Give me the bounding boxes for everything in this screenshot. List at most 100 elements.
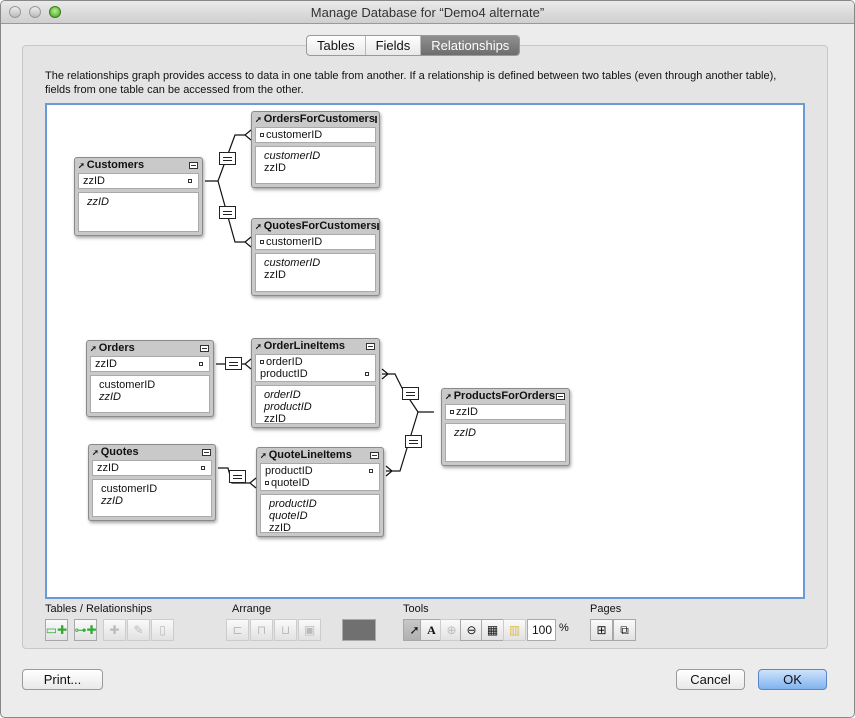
close-window-button[interactable] bbox=[9, 6, 21, 18]
relationship-operator-equals[interactable] bbox=[219, 152, 236, 165]
collapse-icon[interactable] bbox=[370, 452, 379, 459]
print-button[interactable]: Print... bbox=[22, 669, 103, 690]
field-name: zzID bbox=[83, 175, 105, 187]
collapse-icon[interactable] bbox=[376, 223, 379, 230]
table-header[interactable]: ➚ QuotesForCustomers bbox=[255, 219, 379, 234]
table-occurrence[interactable]: ➚ Quotes zzID customerID zzID bbox=[88, 444, 216, 521]
table-header[interactable]: ➚ Orders bbox=[90, 341, 210, 356]
distribute-button[interactable]: ⊓ bbox=[250, 619, 273, 641]
field[interactable]: orderID bbox=[264, 389, 367, 401]
collapse-icon[interactable] bbox=[366, 343, 375, 350]
field-name: orderID bbox=[266, 356, 303, 368]
field[interactable]: customerID bbox=[99, 379, 201, 391]
table-occurrence[interactable]: ➚ Customers zzID zzID bbox=[74, 157, 203, 236]
relationship-operator-equals[interactable] bbox=[229, 470, 246, 483]
zoom-out-button[interactable]: ⊖ bbox=[460, 619, 483, 641]
field[interactable]: zzID bbox=[454, 427, 557, 439]
edit-button[interactable]: ✎ bbox=[127, 619, 150, 641]
table-header[interactable]: ➚ OrderLineItems bbox=[255, 339, 376, 354]
field[interactable]: zzID bbox=[87, 196, 190, 208]
arrow-icon: ➚ bbox=[255, 342, 262, 351]
collapse-icon[interactable] bbox=[189, 162, 198, 169]
field[interactable]: zzID bbox=[101, 495, 203, 507]
duplicate-button[interactable]: ✚ bbox=[103, 619, 126, 641]
select-related-button[interactable]: ▥ bbox=[503, 619, 526, 641]
table-header[interactable]: ➚ Customers bbox=[78, 158, 199, 173]
trash-icon: ▯ bbox=[159, 623, 166, 637]
key-field[interactable]: zzID bbox=[83, 175, 194, 187]
table-occurrence[interactable]: ➚ OrdersForCustomers customerID customerID z… bbox=[251, 111, 380, 188]
relationship-operator-equals[interactable] bbox=[225, 357, 242, 370]
key-fields: zzID bbox=[90, 356, 210, 372]
zoom-percent-input[interactable]: 100 bbox=[527, 619, 556, 641]
resize-button[interactable]: ⊔ bbox=[274, 619, 297, 641]
arrange-more-button[interactable]: ▣ bbox=[298, 619, 321, 641]
collapse-icon[interactable] bbox=[200, 345, 209, 352]
other-fields: zzID bbox=[78, 192, 199, 232]
key-fields: zzID bbox=[445, 404, 566, 420]
collapse-icon[interactable] bbox=[374, 116, 377, 123]
tab-tables[interactable]: Tables bbox=[307, 36, 366, 55]
collapse-icon[interactable] bbox=[202, 449, 211, 456]
table-occurrence[interactable]: ➚ Orders zzID customerID zzID bbox=[86, 340, 214, 417]
key-fields: customerID bbox=[255, 127, 376, 143]
table-name: Customers bbox=[86, 159, 145, 171]
field-name: zzID bbox=[97, 462, 119, 474]
field[interactable]: productID bbox=[269, 498, 371, 510]
zoom-out-icon: ⊖ bbox=[466, 623, 477, 637]
add-relationship-button[interactable]: ⊶✚ bbox=[74, 619, 97, 641]
key-field[interactable]: customerID bbox=[260, 236, 371, 248]
ok-button[interactable]: OK bbox=[758, 669, 827, 690]
field[interactable]: quoteID bbox=[269, 510, 371, 522]
cancel-button[interactable]: Cancel bbox=[676, 669, 745, 690]
zoom-window-button[interactable] bbox=[49, 6, 61, 18]
field[interactable]: zzID bbox=[264, 269, 367, 281]
field[interactable]: customerID bbox=[264, 150, 367, 162]
connector-icon bbox=[260, 240, 264, 245]
arrow-icon: ➚ bbox=[260, 451, 267, 460]
field[interactable]: zzID bbox=[264, 162, 367, 174]
delete-button[interactable]: ▯ bbox=[151, 619, 174, 641]
key-field[interactable]: orderID bbox=[260, 356, 371, 368]
field[interactable]: zzID bbox=[269, 522, 371, 534]
key-field[interactable]: zzID bbox=[97, 462, 207, 474]
relationship-operator-equals[interactable] bbox=[405, 435, 422, 448]
show-relationships-button[interactable]: ▦ bbox=[481, 619, 504, 641]
other-fields: zzID bbox=[445, 423, 566, 462]
relationship-operator-equals[interactable] bbox=[219, 206, 236, 219]
key-field[interactable]: quoteID bbox=[265, 477, 375, 489]
table-occurrence[interactable]: ➚ QuotesForCustomers customerID customerID z… bbox=[251, 218, 380, 296]
field[interactable]: productID bbox=[264, 401, 367, 413]
tab-fields[interactable]: Fields bbox=[366, 36, 422, 55]
key-field[interactable]: customerID bbox=[260, 129, 371, 141]
table-occurrence[interactable]: ➚ QuoteLineItems productID quoteID productID… bbox=[256, 447, 384, 537]
key-field[interactable]: zzID bbox=[95, 358, 205, 370]
field-name: productID bbox=[265, 465, 313, 477]
field[interactable]: zzID bbox=[99, 391, 201, 403]
field[interactable]: zzID bbox=[264, 413, 367, 425]
table-occurrence[interactable]: ➚ ProductsForOrders zzID zzID bbox=[441, 388, 570, 466]
color-swatch[interactable] bbox=[342, 619, 376, 641]
table-name: OrderLineItems bbox=[263, 340, 346, 352]
add-table-button[interactable]: ▭✚ bbox=[45, 619, 68, 641]
field[interactable]: customerID bbox=[101, 483, 203, 495]
other-fields: customerID zzID bbox=[255, 146, 376, 184]
key-field[interactable]: productID bbox=[265, 465, 375, 477]
collapse-icon[interactable] bbox=[556, 393, 565, 400]
relationship-operator-equals[interactable] bbox=[402, 387, 419, 400]
align-button[interactable]: ⊏ bbox=[226, 619, 249, 641]
table-header[interactable]: ➚ QuoteLineItems bbox=[260, 448, 380, 463]
table-occurrence[interactable]: ➚ OrderLineItems orderID productID orderID pr… bbox=[251, 338, 380, 428]
field[interactable]: customerID bbox=[264, 257, 367, 269]
table-header[interactable]: ➚ Quotes bbox=[92, 445, 212, 460]
minimize-window-button[interactable] bbox=[29, 6, 41, 18]
key-field[interactable]: productID bbox=[260, 368, 371, 380]
table-header[interactable]: ➚ OrdersForCustomers bbox=[255, 112, 377, 127]
tab-relationships[interactable]: Relationships bbox=[421, 36, 520, 55]
page-setup-button[interactable]: ⧉ bbox=[613, 619, 636, 641]
field-name: zzID bbox=[456, 406, 478, 418]
page-breaks-button[interactable]: ⊞ bbox=[590, 619, 613, 641]
key-field[interactable]: zzID bbox=[450, 406, 561, 418]
table-header[interactable]: ➚ ProductsForOrders bbox=[445, 389, 566, 404]
select-related-icon: ▥ bbox=[508, 623, 521, 637]
